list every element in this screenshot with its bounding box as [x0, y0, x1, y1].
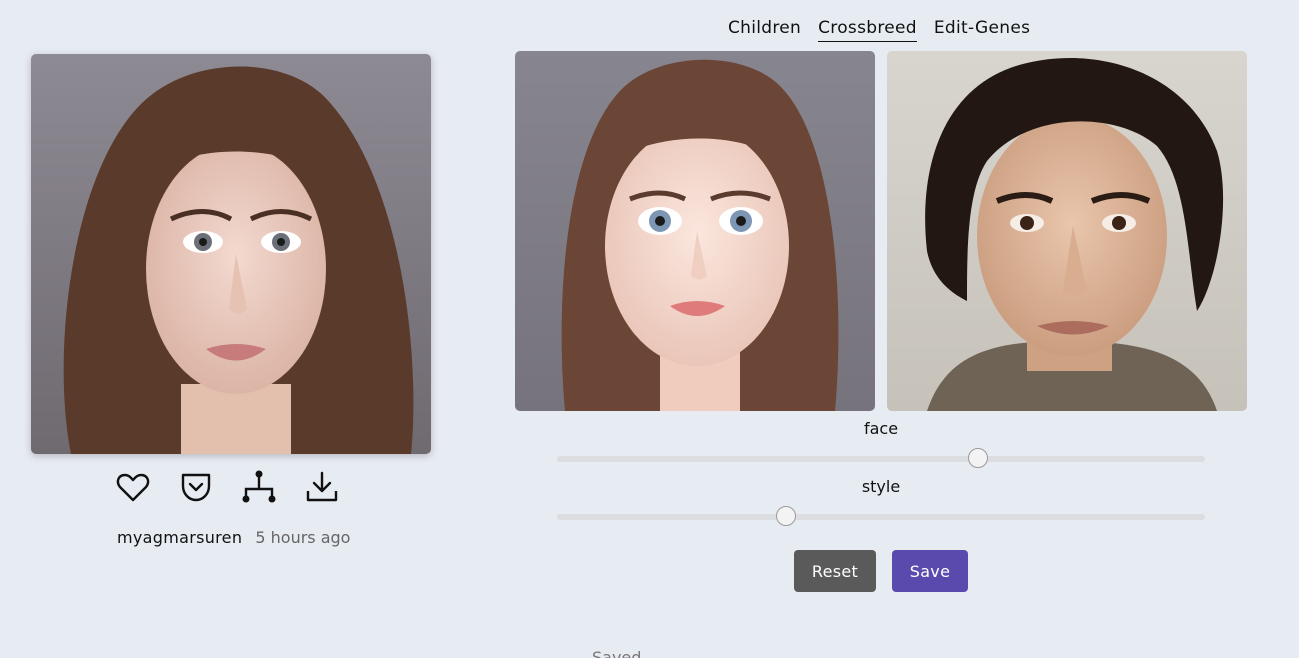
face-slider-thumb[interactable]: [968, 448, 989, 468]
tab-children[interactable]: Children: [728, 18, 801, 42]
download-button[interactable]: [302, 467, 342, 507]
portrait-man-graphic: [887, 51, 1247, 411]
save-button[interactable]: Save: [892, 550, 968, 592]
post-meta: myagmarsuren 5 hours ago: [117, 528, 350, 547]
main-portrait-image[interactable]: [31, 54, 431, 454]
face-slider[interactable]: [557, 448, 1205, 468]
action-bar: [113, 467, 342, 507]
parent-a-image[interactable]: [515, 51, 875, 411]
tab-crossbreed[interactable]: Crossbreed: [818, 18, 917, 42]
reset-button[interactable]: Reset: [794, 550, 876, 592]
portrait-girl-graphic: [515, 51, 875, 411]
style-slider[interactable]: [557, 506, 1205, 526]
like-button[interactable]: [113, 467, 153, 507]
lineage-button[interactable]: [239, 467, 279, 507]
tab-edit-genes[interactable]: Edit-Genes: [934, 18, 1030, 42]
style-slider-thumb[interactable]: [776, 506, 797, 526]
page: myagmarsuren 5 hours ago Children Crossb…: [0, 0, 1299, 658]
pocket-save-icon: [181, 473, 211, 502]
mode-tabs: Children Crossbreed Edit-Genes: [728, 18, 1030, 42]
heart-icon: [116, 473, 150, 502]
family-tree-icon: [242, 470, 276, 503]
parent-b-image[interactable]: [887, 51, 1247, 411]
saved-status-text: Saved: [592, 648, 642, 658]
username-link[interactable]: myagmarsuren: [117, 528, 242, 547]
portrait-woman-graphic: [31, 54, 431, 454]
post-timestamp: 5 hours ago: [255, 528, 351, 547]
download-icon: [306, 471, 338, 502]
face-slider-label: face: [863, 419, 899, 438]
save-to-pocket-button[interactable]: [176, 467, 216, 507]
style-slider-label: style: [861, 477, 901, 496]
